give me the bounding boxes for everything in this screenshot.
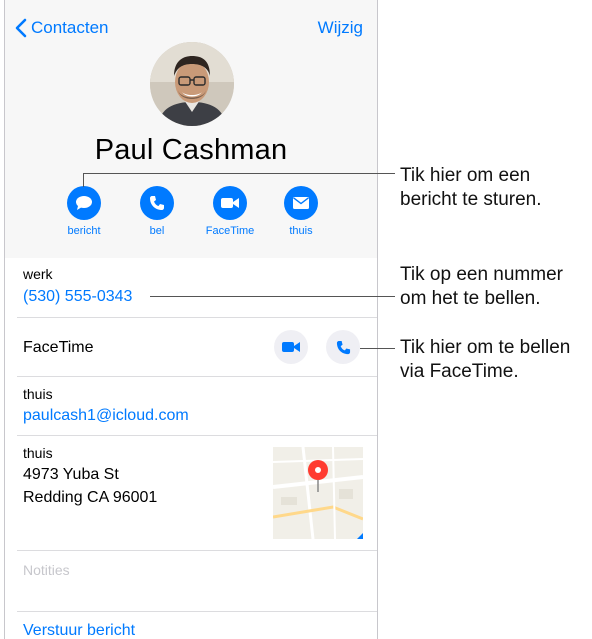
phone-icon — [150, 196, 164, 210]
contact-name: Paul Cashman — [94, 134, 288, 166]
avatar — [150, 42, 234, 126]
facetime-audio-button[interactable] — [326, 330, 360, 364]
callout-number: Tik op een nummer om het te bellen. — [400, 264, 563, 309]
location-pin-icon — [308, 460, 328, 492]
message-icon — [76, 196, 92, 210]
email-label: thuis — [23, 386, 53, 402]
address-label: thuis — [23, 445, 53, 461]
back-button[interactable]: Contacten — [15, 18, 109, 38]
callout-leader — [360, 348, 395, 349]
divider — [17, 550, 377, 551]
video-icon — [282, 342, 300, 352]
divider — [17, 435, 377, 436]
facetime-action[interactable]: FaceTime — [195, 186, 265, 237]
notes-field[interactable]: Notities — [23, 562, 70, 578]
address-line-2[interactable]: Redding CA 96001 — [23, 486, 157, 509]
callout-leader — [150, 296, 395, 297]
edit-button[interactable]: Wijzig — [318, 18, 363, 38]
avatar-photo — [150, 42, 234, 126]
message-action[interactable]: bericht — [49, 186, 119, 237]
call-action-label: bel — [149, 225, 165, 237]
facetime-label: FaceTime — [23, 339, 94, 356]
divider — [17, 611, 377, 612]
phone-icon — [336, 340, 350, 354]
contact-card-screen: Contacten Wijzig Paul Cashman bericht be… — [4, 0, 378, 639]
chevron-left-icon — [15, 18, 27, 38]
callout-leader — [83, 173, 84, 187]
callout-facetime: Tik hier om te bellen via FaceTime. — [400, 337, 571, 382]
phone-label: werk — [23, 266, 53, 282]
divider — [17, 376, 377, 377]
facetime-video-button[interactable] — [274, 330, 308, 364]
map-thumbnail[interactable] — [273, 447, 363, 539]
mail-action[interactable]: thuis — [266, 186, 336, 237]
divider — [17, 317, 377, 318]
mail-action-label: thuis — [289, 225, 313, 237]
back-label: Contacten — [31, 18, 109, 37]
send-message-button[interactable]: Verstuur bericht — [23, 622, 135, 639]
callout-message: Tik hier om een bericht te sturen. — [400, 165, 542, 210]
address-line-1[interactable]: 4973 Yuba St — [23, 463, 119, 486]
callout-leader — [83, 173, 395, 174]
mail-icon — [293, 197, 309, 209]
message-action-label: bericht — [67, 225, 101, 237]
call-action[interactable]: bel — [122, 186, 192, 237]
facetime-action-label: FaceTime — [205, 225, 255, 237]
video-icon — [221, 198, 239, 208]
email-address[interactable]: paulcash1@icloud.com — [23, 407, 189, 425]
phone-number[interactable]: (530) 555-0343 — [23, 288, 132, 306]
quick-actions: bericht bel FaceTime thuis — [5, 186, 377, 246]
